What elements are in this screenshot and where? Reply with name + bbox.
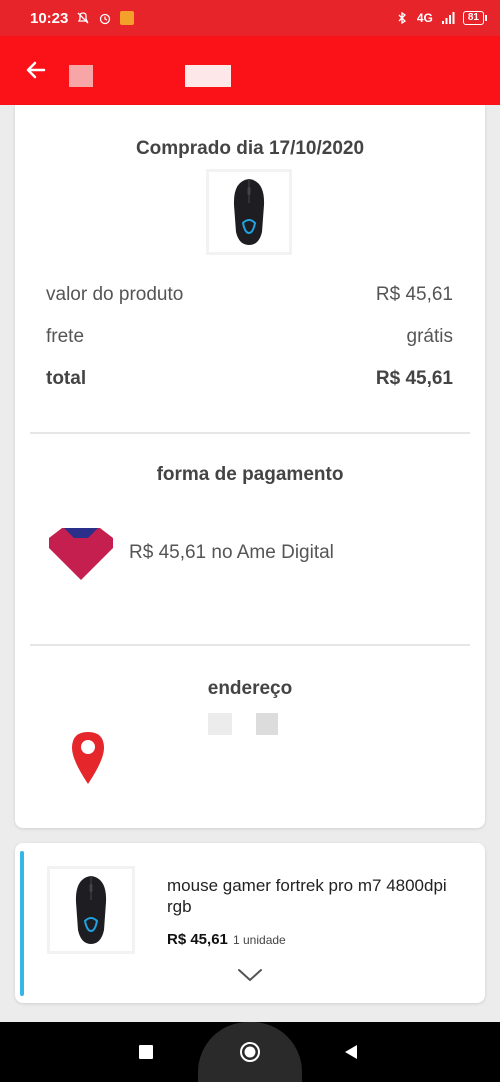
row-label: valor do produto bbox=[46, 284, 184, 305]
status-right: 4G 81 bbox=[395, 11, 488, 25]
app-notification-icon bbox=[120, 11, 135, 25]
row-label: total bbox=[46, 368, 87, 389]
redacted-block bbox=[185, 65, 231, 87]
status-left: 10:23 bbox=[30, 9, 135, 27]
app-bar bbox=[0, 36, 500, 105]
home-button[interactable] bbox=[239, 1041, 261, 1063]
shipping-row: frete grátis bbox=[46, 326, 453, 348]
arrow-left-icon[interactable] bbox=[24, 58, 48, 82]
back-button[interactable] bbox=[343, 1044, 359, 1060]
order-summary-card: Comprado dia 17/10/2020 valor do produto… bbox=[15, 105, 485, 828]
mouse-image bbox=[75, 876, 107, 944]
item-quantity: 1 unidade bbox=[233, 933, 286, 947]
product-thumbnail bbox=[206, 169, 292, 255]
divider bbox=[30, 644, 470, 646]
payment-title: forma de pagamento bbox=[156, 464, 344, 485]
address-title: endereço bbox=[207, 678, 293, 699]
alarm-icon bbox=[100, 13, 111, 25]
status-time: 10:23 bbox=[30, 9, 69, 27]
product-value-row: valor do produto R$ 45,61 bbox=[46, 284, 453, 306]
network-type: 4G bbox=[416, 11, 433, 25]
mute-icon bbox=[77, 12, 89, 24]
row-value: R$ 45,61 bbox=[375, 368, 453, 389]
item-name: mouse gamer fortrek pro m7 4800dpi rgb bbox=[167, 876, 447, 916]
signal-icon bbox=[441, 12, 455, 24]
redacted-block bbox=[208, 713, 232, 735]
order-item-card[interactable]: mouse gamer fortrek pro m7 4800dpi rgb R… bbox=[15, 843, 485, 1003]
chevron-down-icon[interactable] bbox=[237, 967, 263, 983]
row-label: frete bbox=[46, 326, 85, 347]
payment-description: R$ 45,61 no Ame Digital bbox=[129, 542, 334, 563]
recents-button[interactable] bbox=[139, 1045, 153, 1059]
row-value: R$ 45,61 bbox=[375, 284, 453, 305]
battery-indicator: 81 bbox=[462, 11, 488, 25]
accent-bar bbox=[20, 851, 24, 996]
redacted-block bbox=[69, 65, 93, 87]
system-nav-bar bbox=[0, 1022, 500, 1082]
ame-digital-logo bbox=[49, 528, 113, 580]
redacted-block bbox=[256, 713, 278, 735]
purchase-date-title: Comprado dia 17/10/2020 bbox=[135, 138, 365, 159]
item-price: R$ 45,61 bbox=[167, 931, 228, 948]
mouse-image bbox=[233, 179, 265, 245]
bluetooth-icon bbox=[398, 11, 406, 25]
status-bar: 10:23 4G 81 bbox=[0, 0, 500, 36]
map-pin-icon bbox=[72, 732, 104, 784]
row-value: grátis bbox=[406, 326, 453, 347]
divider bbox=[30, 432, 470, 434]
item-thumbnail bbox=[47, 866, 135, 954]
total-row: total R$ 45,61 bbox=[46, 368, 453, 390]
